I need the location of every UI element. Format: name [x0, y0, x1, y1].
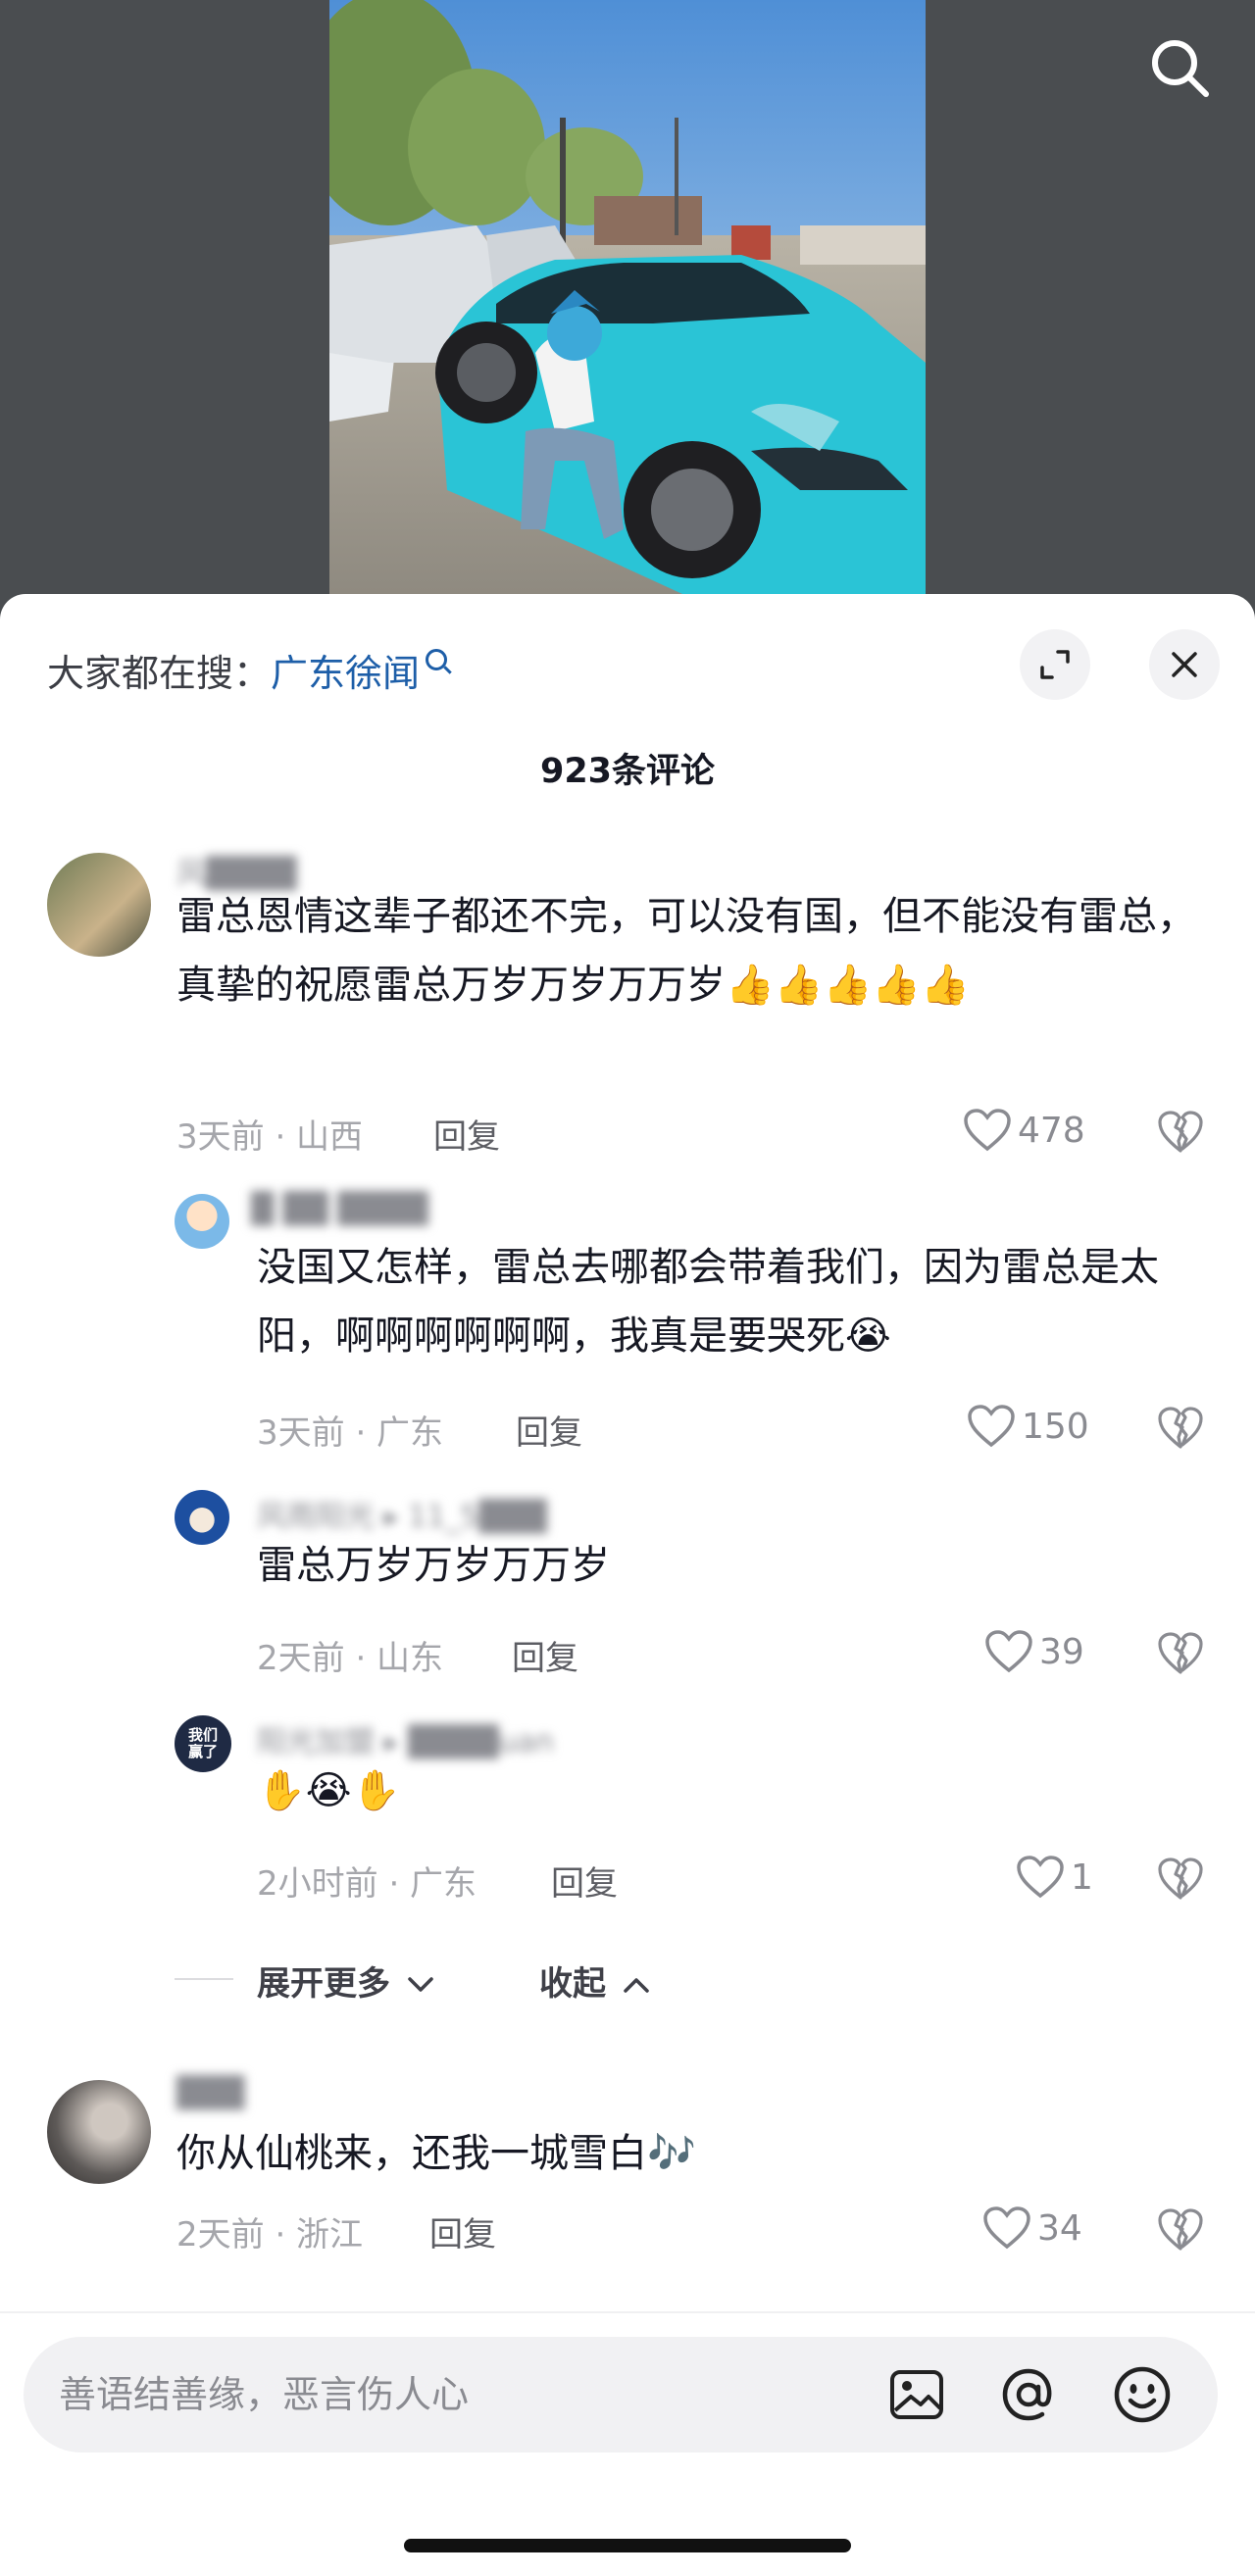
reply-meta: 2小时前 · 广东 [257, 1864, 477, 1904]
avatar[interactable]: 我们赢了 [175, 1715, 231, 1772]
avatar[interactable] [47, 2080, 151, 2184]
heart-icon [968, 1405, 1015, 1448]
like-button[interactable]: 34 [982, 2205, 1082, 2251]
chevron-down-icon [408, 1977, 433, 1992]
reply-text: 没国又怎样，雷总去哪都会带着我们，因为雷总是太阳，啊啊啊啊啊啊，我真是要哭死😭 [257, 1245, 1159, 1359]
collapse-button[interactable]: 收起 [539, 1957, 651, 2005]
comment-input[interactable] [59, 2337, 843, 2452]
dislike-button[interactable] [1157, 1110, 1204, 1159]
avatar[interactable] [175, 1490, 229, 1545]
heart-icon [983, 2206, 1030, 2250]
broken-heart-icon [1158, 2208, 1203, 2251]
trending-search-keyword[interactable]: 广东徐闻 [271, 652, 420, 695]
dislike-button[interactable] [1157, 1631, 1204, 1680]
reply-meta: 2天前 · 山东 [257, 1639, 444, 1678]
dislike-button[interactable] [1157, 1406, 1204, 1455]
broken-heart-icon [1158, 1111, 1203, 1153]
broken-heart-icon [1158, 1632, 1203, 1674]
like-count: 150 [1022, 1406, 1089, 1447]
heart-icon [985, 1630, 1032, 1673]
replies-controls: 展开更多 收起 [0, 1949, 1255, 2007]
collapse-label: 收起 [539, 1964, 606, 2004]
reply-author[interactable]: 风雨阳光 ▸ 11_5███ [257, 1492, 547, 1535]
comment-input-bar [0, 2311, 1255, 2576]
reply-button[interactable]: 回复 [551, 1857, 618, 1905]
home-indicator[interactable] [404, 2539, 851, 2552]
mention-button[interactable] [998, 2364, 1059, 2425]
like-count: 34 [1037, 2207, 1082, 2249]
broken-heart-icon [1158, 1858, 1203, 1900]
like-button[interactable]: 150 [967, 1404, 1089, 1449]
reply-button[interactable]: 回复 [433, 1110, 500, 1158]
like-count: 478 [1018, 1110, 1085, 1151]
comment-text: 你从仙桃来，还我一城雪白🎶 [176, 2131, 696, 2176]
dislike-button[interactable] [1157, 2207, 1204, 2256]
expand-more-label: 展开更多 [257, 1964, 390, 2004]
comment-count: 923条评论 [539, 752, 716, 791]
search-icon [426, 649, 448, 670]
comment-text: 雷总恩情这辈子都还不完，可以没有国，但不能没有雷总，真挚的祝愿雷总万岁万岁万万岁… [176, 894, 1196, 1008]
like-button[interactable]: 1 [1016, 1855, 1093, 1900]
search-button[interactable] [1145, 33, 1214, 102]
video-thumbnail [329, 0, 926, 594]
reply-button[interactable]: 回复 [429, 2207, 496, 2255]
like-button[interactable]: 478 [963, 1108, 1085, 1153]
reply-button[interactable]: 回复 [512, 1631, 578, 1679]
close-button[interactable] [1149, 629, 1220, 700]
chevron-up-icon [624, 1978, 649, 1993]
reply-author[interactable]: 阳光加盟 ▸ ████uan [257, 1717, 554, 1760]
comment-input-box[interactable] [24, 2337, 1218, 2452]
sheet-header: 大家都在搜：广东徐闻 [0, 594, 1255, 731]
video-frame [329, 0, 926, 594]
heart-icon [964, 1109, 1011, 1152]
trending-search-prefix: 大家都在搜： [47, 652, 272, 695]
dislike-button[interactable] [1157, 1857, 1204, 1906]
like-button[interactable]: 39 [984, 1629, 1084, 1674]
image-icon [890, 2370, 943, 2419]
like-count: 1 [1071, 1857, 1093, 1898]
comment-meta: 3天前 · 山西 [176, 1117, 364, 1157]
close-icon [1172, 652, 1197, 677]
avatar-text: 我们赢了 [187, 1726, 218, 1760]
reply-text: 雷总万岁万岁万万岁 [257, 1543, 610, 1588]
reply-button[interactable]: 回复 [516, 1406, 582, 1454]
broken-heart-icon [1158, 1407, 1203, 1449]
expand-button[interactable] [1020, 629, 1090, 700]
comment-meta: 2天前 · 浙江 [176, 2215, 364, 2254]
emoji-button[interactable] [1112, 2364, 1173, 2425]
at-icon [1002, 2368, 1052, 2421]
expand-more-button[interactable]: 展开更多 [257, 1957, 435, 2005]
reply-meta: 3天前 · 广东 [257, 1413, 444, 1453]
reply-author[interactable]: █ ██ ████ [251, 1192, 428, 1226]
divider [175, 1978, 233, 1980]
comment-author[interactable]: ███ [176, 2076, 244, 2110]
video-player[interactable] [0, 0, 1255, 647]
avatar[interactable] [47, 853, 151, 957]
heart-icon [1017, 1856, 1064, 1899]
reply-text: ✋😭✋ [257, 1768, 401, 1813]
comment-sheet: 大家都在搜：广东徐闻 923条评论 风████ 雷总恩情这辈子都还不完，可以没有… [0, 594, 1255, 2576]
image-button[interactable] [886, 2364, 947, 2425]
expand-icon [1040, 650, 1070, 679]
avatar[interactable] [175, 1194, 229, 1249]
search-icon [1152, 40, 1209, 97]
like-count: 39 [1039, 1631, 1084, 1672]
emoji-icon [1114, 2366, 1171, 2423]
trending-search[interactable]: 大家都在搜：广东徐闻 [47, 643, 448, 697]
